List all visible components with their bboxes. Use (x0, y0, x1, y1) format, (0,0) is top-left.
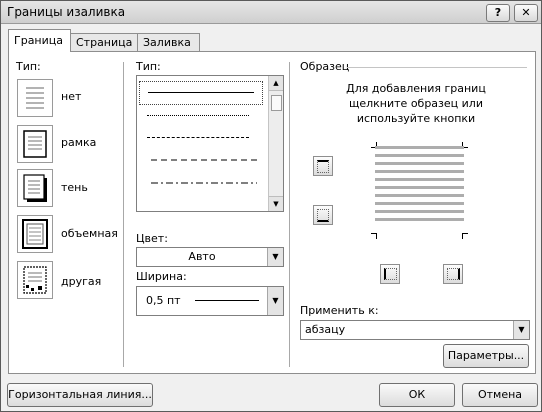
right-border-button[interactable] (443, 264, 463, 284)
dialog-title: Границы изаливка (7, 5, 126, 19)
preview-text-line (375, 178, 464, 181)
setting-box-label: рамка (61, 136, 97, 149)
preview-hint-line1: Для добавления границ (346, 82, 486, 95)
dotted-line (147, 115, 249, 116)
scroll-up-icon[interactable]: ▲ (269, 76, 283, 91)
preview-hint-line2: щелкните образец или (349, 97, 483, 110)
ok-button[interactable]: ОК (379, 383, 455, 407)
preview-text-line (375, 218, 464, 221)
divider-right (289, 62, 290, 367)
borders-panel: Тип: нет рамка тень объемная другая Тип:… (8, 51, 536, 374)
preview-label: Образец (300, 60, 350, 73)
color-value: Авто (188, 250, 216, 263)
setting-none-label: нет (61, 90, 82, 103)
setting-shadow-label: тень (61, 181, 88, 194)
preview-text-line (375, 170, 464, 173)
chevron-down-icon[interactable]: ▼ (267, 248, 283, 266)
options-button[interactable]: Параметры... (443, 344, 529, 368)
top-border-button[interactable] (313, 156, 333, 176)
line-style-scrollbar[interactable]: ▲ ▼ (268, 76, 283, 211)
line-style-solid[interactable] (139, 81, 263, 105)
top-border-icon (317, 160, 329, 173)
scroll-down-icon[interactable]: ▼ (269, 196, 283, 211)
setting-label: Тип: (16, 60, 41, 73)
setting-shadow-icon (23, 174, 47, 202)
line-style-dotted[interactable] (143, 105, 257, 127)
preview-text-line (375, 154, 464, 157)
corner-bottom-left-icon (371, 233, 377, 239)
preview-text-line (375, 146, 464, 149)
line-style-list[interactable]: ▲ ▼ (136, 75, 284, 212)
chevron-down-icon[interactable]: ▼ (513, 321, 529, 339)
left-border-button[interactable] (380, 264, 400, 284)
width-value: 0,5 пт (146, 294, 181, 307)
preview-group-line (347, 67, 527, 68)
preview-text-line (375, 194, 464, 197)
preview-text-line (375, 202, 464, 205)
horizontal-line-button[interactable]: Горизонтальная линия... (7, 383, 153, 407)
style-label: Тип: (136, 60, 161, 73)
left-border-icon (384, 268, 397, 280)
line-style-dash-dot[interactable] (143, 173, 257, 195)
divider-left (123, 62, 124, 367)
apply-to-value: абзацу (305, 323, 346, 336)
solid-line (148, 92, 254, 93)
line-style-dash[interactable] (143, 150, 257, 172)
width-sample-line (195, 300, 259, 301)
bottom-border-icon (317, 209, 329, 222)
corner-bottom-right-icon (462, 233, 468, 239)
scroll-thumb[interactable] (271, 95, 282, 111)
color-dropdown[interactable]: Авто ▼ (136, 247, 284, 267)
tab-borders[interactable]: Граница (8, 29, 71, 52)
help-button[interactable]: ? (486, 4, 510, 22)
setting-none[interactable] (17, 79, 53, 117)
width-dropdown[interactable]: 0,5 пт ▼ (136, 286, 284, 316)
preview-text-line (375, 162, 464, 165)
close-button[interactable]: ✕ (514, 4, 538, 22)
setting-box-icon (23, 130, 47, 158)
setting-3d-icon (22, 219, 48, 249)
setting-none-icon (26, 87, 44, 109)
fine-dash-line (147, 137, 249, 138)
color-label: Цвет: (136, 232, 168, 245)
tab-shading[interactable]: Заливка (137, 33, 200, 51)
setting-box[interactable] (17, 125, 53, 163)
setting-3d[interactable] (17, 215, 53, 253)
preview-text-line (375, 210, 464, 213)
bottom-border-button[interactable] (313, 205, 333, 225)
cancel-button[interactable]: Отмена (462, 383, 538, 407)
preview-hint-line3: используйте кнопки (356, 112, 476, 125)
right-border-icon (447, 268, 460, 280)
dash-dot-line (151, 182, 257, 184)
chevron-down-icon[interactable]: ▼ (267, 287, 283, 315)
setting-custom[interactable] (17, 261, 53, 299)
setting-3d-label: объемная (61, 227, 118, 240)
preview-text-line (375, 186, 464, 189)
setting-custom-label: другая (61, 275, 102, 288)
setting-custom-icon (23, 266, 47, 294)
dash-line (151, 159, 257, 161)
preview-hint: Для добавления границ щелкните образец и… (309, 81, 523, 126)
apply-to-dropdown[interactable]: абзацу ▼ (300, 320, 530, 340)
line-style-fine-dash[interactable] (143, 127, 257, 149)
apply-to-label: Применить к: (300, 304, 379, 317)
title-bar: Границы изаливка ? ✕ (1, 1, 541, 24)
setting-shadow[interactable] (17, 169, 53, 207)
width-label: Ширина: (136, 270, 187, 283)
borders-and-shading-dialog: Границы изаливка ? ✕ Граница Страница За… (0, 0, 542, 412)
tab-page-border[interactable]: Страница (70, 33, 140, 51)
